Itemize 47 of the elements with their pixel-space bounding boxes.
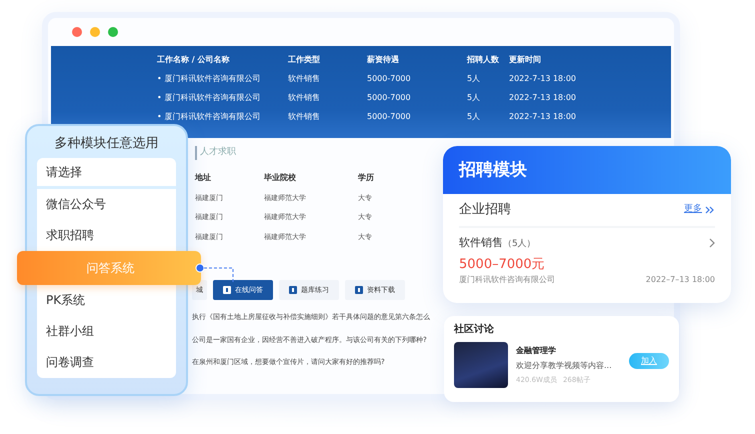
card-title: 社区讨论 (454, 322, 495, 337)
window-control-dot[interactable] (90, 27, 100, 37)
panel-title: 多种模块任意选用 (54, 135, 160, 153)
column-header: 毕业院校 (264, 172, 297, 184)
module-option[interactable]: 求职招聘 (37, 220, 176, 250)
table-cell-text: 5000-7000 (367, 73, 412, 85)
table-cell-text: • 厦门科讯软件咨询有限公司 (157, 73, 262, 85)
table-cell-text: 5000-7000 (367, 92, 412, 104)
update-time: 2022–7–13 18:00 (646, 274, 715, 286)
table-cell-text: 2022-7-13 18:00 (509, 92, 577, 104)
table-cell-text: 2022-7-13 18:00 (509, 73, 577, 85)
module-option[interactable]: 请选择 (37, 158, 176, 188)
module-option[interactable]: 微信公众号 (37, 188, 176, 220)
section-title: 企业招聘 (459, 201, 511, 220)
group-description: 欢迎分享教学视频等内容... (516, 360, 613, 372)
more-link[interactable]: 更多 (684, 203, 715, 217)
window-control-dot[interactable] (108, 27, 118, 37)
column-header: 更新时间 (509, 54, 542, 66)
card-header: 招聘模块 (443, 146, 731, 194)
module-option[interactable]: 社群小组 (37, 316, 176, 346)
column-header: 工作类型 (288, 54, 321, 66)
table-cell-text: 5人 (467, 73, 482, 85)
module-option[interactable]: 问卷调查 (37, 346, 176, 378)
chevron-right-icon[interactable] (709, 238, 715, 248)
photo-placeholder (454, 342, 508, 388)
group-name: 金融管理学 (516, 345, 557, 357)
column-header: 工作名称 / 公司名称 (157, 54, 230, 66)
company-name: 厦门科讯软件咨询有限公司 (459, 274, 555, 286)
table-cell-text: 5000-7000 (367, 111, 412, 123)
column-header: 地址 (195, 172, 212, 184)
table-cell-text: • 厦门科讯软件咨询有限公司 (157, 92, 262, 104)
column-header: 招聘人数 (467, 54, 500, 66)
table-cell-text: 软件销售 (288, 111, 321, 123)
table-cell-text: 软件销售 (288, 73, 321, 85)
column-header: 薪资待遇 (367, 54, 400, 66)
job-title[interactable]: 软件销售（5人） (459, 235, 536, 252)
table-cell-text: 软件销售 (288, 92, 321, 104)
window-control-dot[interactable] (72, 27, 82, 37)
connector-line (196, 264, 234, 284)
table-cell-text: 5人 (467, 111, 482, 123)
table-cell-text: 2022-7-13 18:00 (509, 111, 577, 123)
double-chevron-icon (705, 206, 715, 214)
column-header: 学历 (358, 172, 375, 184)
salary-text: 5000–7000元 (459, 256, 546, 274)
table-cell-text: • 厦门科讯软件咨询有限公司 (157, 111, 262, 123)
module-option[interactable]: PK系统 (37, 284, 176, 316)
table-cell-text: 5人 (467, 92, 482, 104)
